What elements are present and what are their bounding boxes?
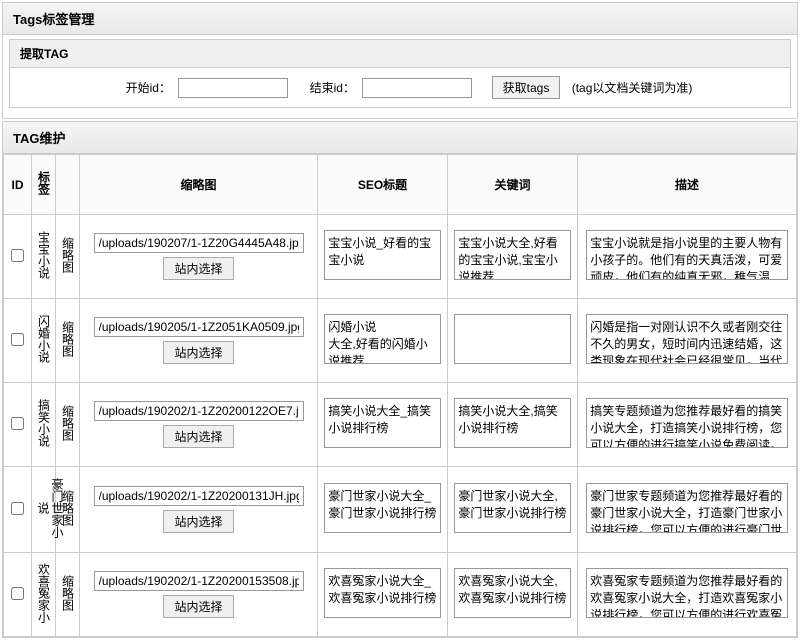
tag-name: 搞笑小说 xyxy=(37,399,51,447)
seo-textarea[interactable]: 宝宝小说_好看的宝宝小说 xyxy=(324,230,440,280)
page-title: Tags标签管理 xyxy=(3,3,797,35)
seo-textarea[interactable]: 闪婚小说 大全,好看的闪婚小说推荐 xyxy=(324,314,440,364)
thumb-label: 缩略图 xyxy=(61,405,75,441)
keywords-textarea[interactable]: 豪门世家小说大全,豪门世家小说排行榜 xyxy=(454,483,570,533)
table-row: 宝宝小说缩略图站内选择 宝宝小说_好看的宝宝小说宝宝小说大全,好看的宝宝小说,宝宝… xyxy=(4,215,797,299)
tags-table: ID 标签 缩略图 SEO标题 关键词 描述 宝宝小说缩略图站内选择宝宝小说_好… xyxy=(3,154,797,637)
table-row: 搞笑小说缩略图站内选择 搞笑小说大全_搞笑小说排行榜搞笑小说大全,搞笑小说排行榜搞… xyxy=(4,383,797,467)
seo-textarea[interactable]: 搞笑小说大全_搞笑小说排行榜 xyxy=(324,398,440,448)
table-header-row: ID 标签 缩略图 SEO标题 关键词 描述 xyxy=(4,155,797,215)
col-id: ID xyxy=(4,155,32,215)
pick-button[interactable]: 站内选择 xyxy=(163,425,233,448)
tag-name: 宝宝小说 xyxy=(37,231,51,279)
get-tags-button[interactable]: 获取tags xyxy=(492,76,561,99)
thumb-path-input[interactable] xyxy=(94,486,304,506)
col-seo: SEO标题 xyxy=(318,155,448,215)
pick-button[interactable]: 站内选择 xyxy=(163,510,233,533)
thumb-path-input[interactable] xyxy=(94,571,304,591)
desc-textarea[interactable]: 宝宝小说就是指小说里的主要人物有小孩子的。他们有的天真活泼，可爱顽皮，他们有的纯… xyxy=(586,230,788,280)
extract-hint: (tag以文档关键词为准) xyxy=(572,81,693,95)
main-panel: Tags标签管理 提取TAG 开始id： 结束id： 获取tags (tag以文… xyxy=(2,2,798,119)
keywords-textarea[interactable] xyxy=(454,314,570,364)
keywords-textarea[interactable]: 搞笑小说大全,搞笑小说排行榜 xyxy=(454,398,570,448)
col-keywords: 关键词 xyxy=(448,155,578,215)
col-thumb: 缩略图 xyxy=(80,155,318,215)
pick-button[interactable]: 站内选择 xyxy=(163,257,233,280)
col-desc: 描述 xyxy=(578,155,797,215)
table-row: 欢喜冤家小缩略图站内选择 欢喜冤家小说大全_欢喜冤家小说排行榜欢喜冤家小说大全,欢… xyxy=(4,553,797,637)
desc-textarea[interactable]: 闪婚是指一对刚认识不久或者刚交往不久的男女，短时间内迅速结婚，这类现象在现代社会… xyxy=(586,314,788,364)
row-checkbox[interactable] xyxy=(11,587,24,600)
thumb-path-input[interactable] xyxy=(94,233,304,253)
end-id-label: 结束id： xyxy=(310,81,355,95)
extract-panel: 提取TAG 开始id： 结束id： 获取tags (tag以文档关键词为准) xyxy=(9,39,791,108)
col-thumb-h xyxy=(56,155,80,215)
thumb-label: 缩略图 xyxy=(61,490,75,526)
row-checkbox[interactable] xyxy=(11,417,24,430)
seo-textarea[interactable]: 欢喜冤家小说大全_欢喜冤家小说排行榜 xyxy=(324,568,440,618)
thumb-path-input[interactable] xyxy=(94,317,304,337)
maintain-title: TAG维护 xyxy=(3,122,797,154)
keywords-textarea[interactable]: 宝宝小说大全,好看的宝宝小说,宝宝小说推荐 xyxy=(454,230,570,280)
thumb-path-input[interactable] xyxy=(94,401,304,421)
table-row: 豪门世家小说缩略图站内选择豪门世家小说大全_豪门世家小说排行榜豪门世家小说大全,… xyxy=(4,467,797,553)
row-checkbox[interactable] xyxy=(11,249,24,262)
desc-textarea[interactable]: 搞笑专题频道为您推荐最好看的搞笑小说大全，打造搞笑小说排行榜，您可以方便的进行搞… xyxy=(586,398,788,448)
pick-button[interactable]: 站内选择 xyxy=(163,341,233,364)
tag-name: 闪婚小说 xyxy=(37,315,51,363)
thumb-label: 缩略图 xyxy=(61,321,75,357)
desc-textarea[interactable]: 欢喜冤家专题频道为您推荐最好看的欢喜冤家小说大全，打造欢喜冤家小说排行榜，您可以… xyxy=(586,568,788,618)
thumb-label: 缩略图 xyxy=(61,575,75,611)
extract-title: 提取TAG xyxy=(10,40,790,68)
end-id-input[interactable] xyxy=(362,78,472,98)
col-tag: 标签 xyxy=(32,155,56,215)
row-checkbox[interactable] xyxy=(11,333,24,346)
desc-textarea[interactable]: 豪门世家专题频道为您推荐最好看的豪门世家小说大全，打造豪门世家小说排行榜，您可以… xyxy=(586,483,788,533)
start-id-label: 开始id： xyxy=(126,81,171,95)
maintain-panel: TAG维护 ID 标签 缩略图 SEO标题 关键词 描述 宝宝小说缩略图站内选择… xyxy=(2,121,798,638)
pick-button[interactable]: 站内选择 xyxy=(163,595,233,618)
thumb-label: 缩略图 xyxy=(61,237,75,273)
start-id-input[interactable] xyxy=(178,78,288,98)
tag-name: 欢喜冤家小 xyxy=(37,563,51,623)
row-checkbox[interactable] xyxy=(11,502,24,515)
seo-textarea[interactable]: 豪门世家小说大全_豪门世家小说排行榜 xyxy=(324,483,440,533)
extract-form: 开始id： 结束id： 获取tags (tag以文档关键词为准) xyxy=(10,68,790,107)
table-row: 闪婚小说缩略图站内选择 闪婚小说 大全,好看的闪婚小说推荐 闪婚是指一对刚认识不久或… xyxy=(4,299,797,383)
keywords-textarea[interactable]: 欢喜冤家小说大全,欢喜冤家小说排行榜 xyxy=(454,568,570,618)
